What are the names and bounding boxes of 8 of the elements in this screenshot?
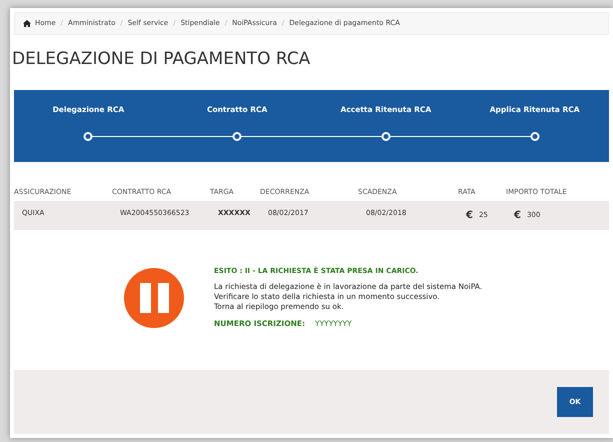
- step-dot: [530, 132, 540, 142]
- step-dot: [232, 132, 242, 142]
- currency-symbol: €: [514, 208, 521, 222]
- currency-symbol: €: [466, 208, 473, 222]
- home-icon: [23, 20, 31, 27]
- page-title: DELEGAZIONE DI PAGAMENTO RCA: [12, 48, 312, 70]
- step-dot: [84, 132, 93, 142]
- step-dot: [381, 132, 390, 142]
